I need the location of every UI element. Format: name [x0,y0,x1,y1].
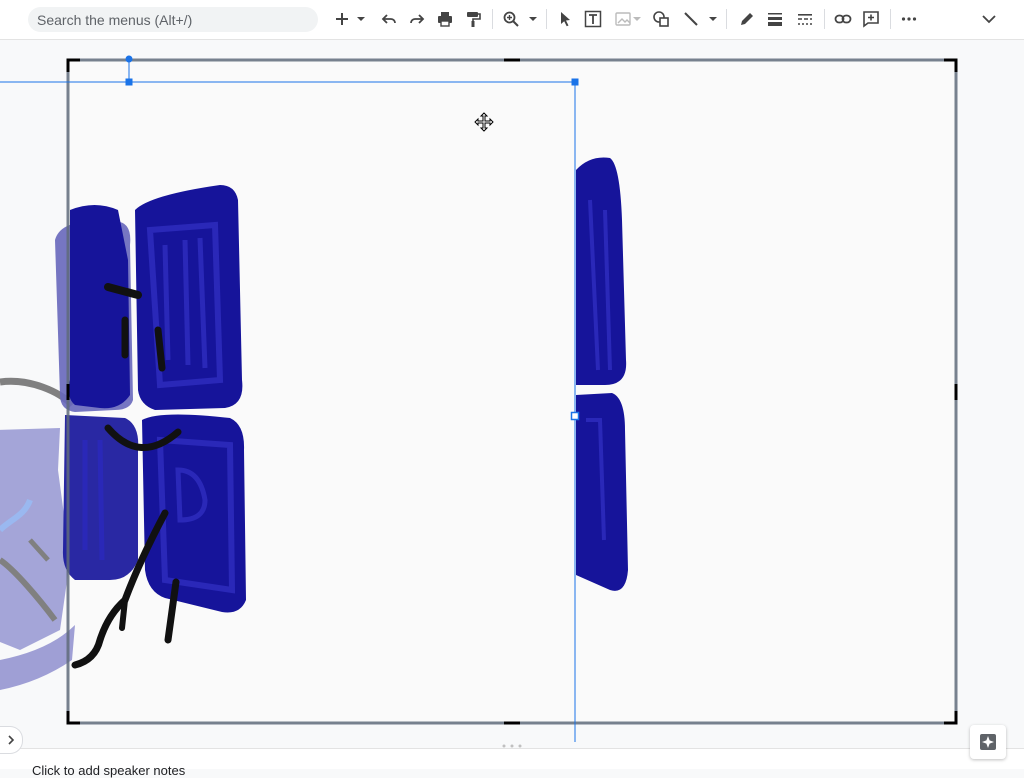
right-navy-drawing[interactable] [576,157,628,591]
speaker-notes-pane[interactable]: Click to add speaker notes [0,748,1024,778]
chevron-right-icon [8,735,15,745]
left-offslide-drawing [0,377,75,650]
speaker-notes-placeholder[interactable]: Click to add speaker notes [32,763,185,778]
show-filmstrip-button[interactable] [0,726,23,754]
slide-drawing-layer [0,55,958,742]
explore-icon [980,734,996,750]
move-cursor-icon [474,112,494,132]
explore-button[interactable] [970,725,1006,759]
